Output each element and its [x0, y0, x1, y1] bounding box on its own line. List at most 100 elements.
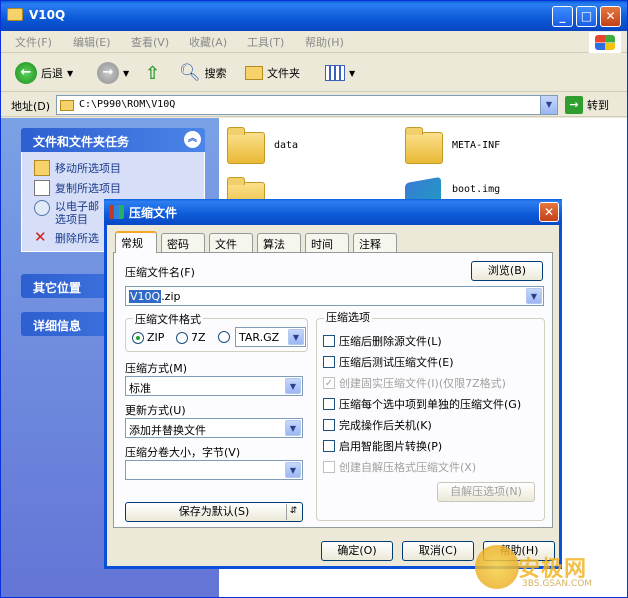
email-icon [34, 200, 50, 216]
task-label: 复制所选项目 [55, 182, 121, 195]
option-solid-archive[interactable]: ✓ 创建固实压缩文件(I)(仅限7Z格式) [323, 375, 506, 391]
address-label: 地址(D) [11, 100, 51, 113]
tasks-panel-header[interactable]: 文件和文件夹任务 ︽ [21, 128, 205, 152]
task-copy[interactable]: 复制所选项目 [34, 180, 121, 196]
views-button[interactable]: ▼ [325, 60, 355, 86]
radio-label: 7Z [191, 331, 206, 344]
targz-value: TAR.GZ [239, 331, 280, 344]
watermark-logo-icon [475, 545, 519, 589]
details-title: 详细信息 [33, 319, 82, 333]
chevron-down-icon[interactable]: ▼ [285, 378, 301, 394]
checkbox [323, 440, 335, 452]
format-group-title: 压缩文件格式 [133, 311, 203, 327]
window-title: V10Q [29, 8, 66, 22]
menu-favorites[interactable]: 收藏(A) [189, 34, 227, 50]
tab-time[interactable]: 时间 [305, 233, 349, 252]
tab-algorithm[interactable]: 算法 [257, 233, 301, 252]
option-shutdown[interactable]: 完成操作后关机(K) [323, 417, 432, 433]
task-move[interactable]: 移动所选项目 [34, 160, 121, 176]
menu-edit[interactable]: 编辑(E) [73, 34, 111, 50]
archive-icon [109, 205, 124, 219]
option-label: 压缩后测试压缩文件(E) [339, 356, 454, 369]
dropdown-arrow-icon: ▼ [349, 68, 356, 78]
checkbox [323, 335, 335, 347]
windows-flag-icon [595, 35, 615, 50]
checkbox [323, 419, 335, 431]
maximize-button[interactable]: □ [576, 6, 597, 27]
menu-help[interactable]: 帮助(H) [305, 34, 344, 50]
collapse-icon[interactable]: ︽ [184, 131, 201, 148]
option-separate-archives[interactable]: 压缩每个选中项到单独的压缩文件(G) [323, 396, 521, 412]
checkbox [323, 461, 335, 473]
other-places-title: 其它位置 [33, 281, 82, 295]
back-button[interactable]: ← 后退 ▼ [15, 60, 73, 86]
method-label: 压缩方式(M) [125, 362, 188, 375]
option-label: 启用智能图片转换(P) [339, 440, 443, 453]
chevron-down-icon[interactable]: ▼ [285, 462, 301, 478]
search-button[interactable]: 🔍︎ 搜索 [179, 60, 227, 86]
split-arrow-icon[interactable]: ⇵ [286, 504, 300, 520]
folders-button[interactable]: 文件夹 [245, 60, 300, 86]
address-dropdown[interactable]: ▼ [540, 96, 557, 114]
option-smart-image[interactable]: 启用智能图片转换(P) [323, 438, 442, 454]
search-label: 搜索 [204, 67, 227, 80]
close-button[interactable]: ✕ [600, 6, 621, 27]
archive-name-combo[interactable]: V10Q.zip ▼ [125, 286, 544, 306]
tab-comment[interactable]: 注释 [353, 233, 397, 252]
tab-password[interactable]: 密码 [161, 233, 205, 252]
address-input[interactable]: C:\P990\ROM\V10Q ▼ [56, 95, 558, 115]
menu-tools[interactable]: 工具(T) [247, 34, 284, 50]
targz-combo[interactable]: TAR.GZ ▼ [235, 327, 306, 347]
format-targz-radio[interactable] [218, 331, 230, 343]
title-bar[interactable]: V10Q _ □ ✕ [1, 1, 627, 31]
method-combo[interactable]: 标准 ▼ [125, 376, 303, 396]
ok-button[interactable]: 确定(O) [321, 541, 393, 561]
browse-button[interactable]: 浏览(B) [471, 261, 543, 281]
up-folder-icon: ⇧ [145, 62, 161, 84]
task-label: 移动所选项目 [55, 162, 121, 175]
update-label: 更新方式(U) [125, 404, 186, 417]
folder-icon [7, 8, 23, 21]
task-email[interactable]: 以电子邮 选项目 [34, 200, 99, 226]
watermark-subtext: 3BS.GSAN.COM [522, 579, 593, 589]
option-delete-source[interactable]: 压缩后删除源文件(L) [323, 333, 442, 349]
save-default-label: 保存为默认(S) [178, 505, 250, 518]
address-path: C:\P990\ROM\V10Q [79, 99, 176, 110]
save-default-button[interactable]: 保存为默认(S) ⇵ [125, 502, 303, 522]
archive-name-value: V10Q.zip [129, 290, 181, 303]
up-button[interactable]: ⇧ [145, 60, 160, 86]
task-delete[interactable]: ✕ 删除所选 [34, 230, 99, 246]
go-arrow-icon: → [565, 96, 583, 114]
chevron-down-icon[interactable]: ▼ [288, 329, 304, 345]
minimize-button[interactable]: _ [552, 6, 573, 27]
search-icon: 🔍︎ [179, 63, 201, 83]
dialog-title: 压缩文件 [129, 206, 178, 220]
menu-view[interactable]: 查看(V) [131, 34, 169, 50]
folder-icon [60, 100, 74, 111]
go-button[interactable]: → 转到 [565, 96, 609, 114]
chevron-down-icon[interactable]: ▼ [526, 288, 542, 304]
move-icon [34, 160, 50, 176]
back-label: 后退 [41, 67, 63, 80]
forward-arrow-icon: → [97, 62, 119, 84]
update-combo[interactable]: 添加并替换文件 ▼ [125, 418, 303, 438]
delete-icon: ✕ [34, 228, 47, 246]
forward-button[interactable]: → ▼ [97, 60, 129, 86]
task-label: 以电子邮 选项目 [55, 200, 99, 226]
checkbox [323, 356, 335, 368]
dialog-close-button[interactable]: ✕ [539, 202, 559, 222]
tab-general[interactable]: 常规 [115, 231, 157, 253]
chevron-down-icon[interactable]: ▼ [285, 420, 301, 436]
menu-file[interactable]: 文件(F) [15, 34, 52, 50]
folder-icon [227, 127, 265, 164]
cancel-button[interactable]: 取消(C) [402, 541, 474, 561]
dialog-title-bar[interactable]: 压缩文件 ✕ [104, 199, 562, 225]
option-test-archive[interactable]: 压缩后测试压缩文件(E) [323, 354, 454, 370]
sfx-options-button[interactable]: 自解压选项(N) [437, 482, 535, 502]
format-zip-radio[interactable]: ZIP [132, 331, 164, 344]
option-sfx[interactable]: 创建自解压格式压缩文件(X) [323, 459, 476, 475]
split-combo[interactable]: ▼ [125, 460, 303, 480]
menu-bar: 文件(F) 编辑(E) 查看(V) 收藏(A) 工具(T) 帮助(H) [1, 31, 627, 53]
tab-files[interactable]: 文件 [209, 233, 253, 252]
format-7z-radio[interactable]: 7Z [176, 331, 206, 344]
